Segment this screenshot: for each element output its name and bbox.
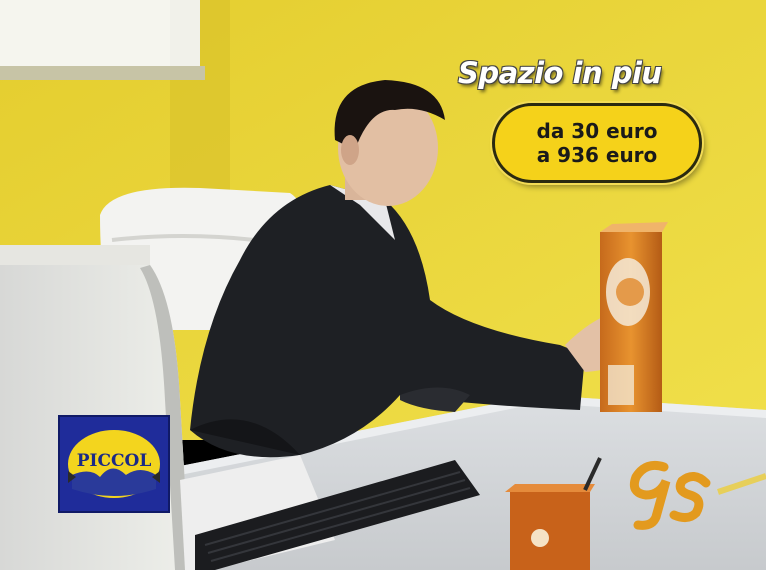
broadcaster-logo-icon	[629, 460, 711, 530]
piccol-logo: PICCOL	[58, 415, 170, 513]
headline: Spazio in piu	[458, 56, 662, 90]
pen-holder	[510, 492, 590, 570]
price-line-1: da 30 euro	[536, 119, 658, 143]
piccol-logo-text: PICCOL	[76, 451, 152, 471]
price-badge: da 30 euro a 936 euro	[492, 103, 702, 183]
video-frame: Spazio in piu da 30 euro a 936 euro PICC…	[0, 0, 766, 570]
price-line-2: a 936 euro	[536, 143, 658, 167]
window-sill	[0, 66, 205, 80]
